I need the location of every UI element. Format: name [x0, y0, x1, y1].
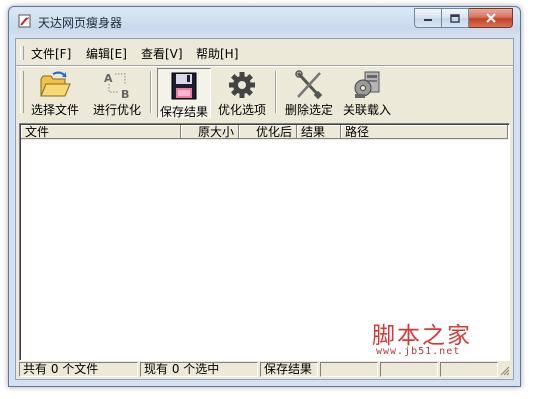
close-icon — [485, 13, 496, 23]
app-window: 天达网页瘦身器 文件[F] 编辑[E] 查看[V] 帮助[H] 选择文件 A B… — [8, 6, 521, 387]
save-result-label: 保存结果 — [159, 105, 208, 119]
svg-text:B: B — [121, 88, 129, 100]
title-bar[interactable]: 天达网页瘦身器 — [9, 7, 520, 37]
toolbar: 选择文件 A B 进行优化 保存结果 优化选项 删除选定 关联载入 — [16, 67, 513, 119]
delete-selected-button[interactable]: 删除选定 — [282, 67, 336, 117]
file-list[interactable]: 文件 原大小 优化后 结果 路径 — [19, 123, 510, 361]
column-file[interactable]: 文件 — [21, 125, 181, 139]
toolbar-grip[interactable] — [20, 71, 24, 113]
select-file-label: 选择文件 — [30, 103, 79, 117]
toolbar-separator — [275, 71, 277, 113]
optimize-button[interactable]: A B 进行优化 — [90, 67, 144, 117]
associate-load-label: 关联载入 — [342, 103, 391, 117]
status-bar: 共有 0 个文件 现有 0 个选中 保存结果 — [19, 362, 510, 378]
minimize-icon — [424, 19, 432, 21]
maximize-icon — [450, 13, 460, 23]
select-file-button[interactable]: 选择文件 — [28, 67, 82, 117]
options-label: 优化选项 — [217, 103, 266, 117]
menu-grip[interactable] — [20, 46, 24, 60]
client-area: 文件[F] 编辑[E] 查看[V] 帮助[H] 选择文件 A B 进行优化 保存… — [15, 38, 514, 380]
associate-load-button[interactable]: 关联载入 — [340, 67, 394, 117]
gear-icon — [229, 72, 255, 98]
menu-file[interactable]: 文件[F] — [31, 45, 71, 62]
status-total-files: 共有 0 个文件 — [19, 362, 138, 377]
column-original-size[interactable]: 原大小 — [181, 125, 239, 139]
file-list-header: 文件 原大小 优化后 结果 路径 — [21, 125, 508, 140]
close-button[interactable] — [469, 8, 513, 28]
resize-grip-icon[interactable] — [499, 365, 510, 376]
maximize-button[interactable] — [441, 8, 469, 28]
column-optimized-size[interactable]: 优化后 — [239, 125, 297, 139]
status-action: 保存结果 — [260, 362, 318, 377]
column-result[interactable]: 结果 — [297, 125, 341, 139]
toolbar-separator — [150, 71, 152, 113]
minimize-button[interactable] — [414, 8, 441, 28]
menu-edit[interactable]: 编辑[E] — [86, 45, 127, 62]
install-icon — [354, 71, 380, 98]
column-path[interactable]: 路径 — [341, 125, 508, 139]
menu-view[interactable]: 查看[V] — [141, 45, 183, 62]
window-title: 天达网页瘦身器 — [38, 16, 123, 30]
delete-selected-label: 删除选定 — [284, 103, 333, 117]
options-button[interactable]: 优化选项 — [215, 67, 269, 117]
status-panel-empty — [380, 362, 438, 377]
svg-text:A: A — [104, 72, 113, 85]
menu-bar: 文件[F] 编辑[E] 查看[V] 帮助[H] — [16, 43, 513, 63]
folder-icon — [40, 71, 71, 97]
status-panel-empty — [320, 362, 378, 377]
floppy-disk-icon — [171, 72, 197, 100]
save-result-button[interactable]: 保存结果 — [157, 68, 211, 119]
optimize-ab-icon: A B — [104, 72, 129, 100]
optimize-label: 进行优化 — [92, 103, 141, 117]
status-panel-empty — [440, 362, 498, 377]
app-icon — [18, 14, 31, 28]
status-selected-files: 现有 0 个选中 — [140, 362, 258, 377]
delete-tools-icon — [295, 70, 323, 100]
menu-help[interactable]: 帮助[H] — [196, 45, 238, 62]
